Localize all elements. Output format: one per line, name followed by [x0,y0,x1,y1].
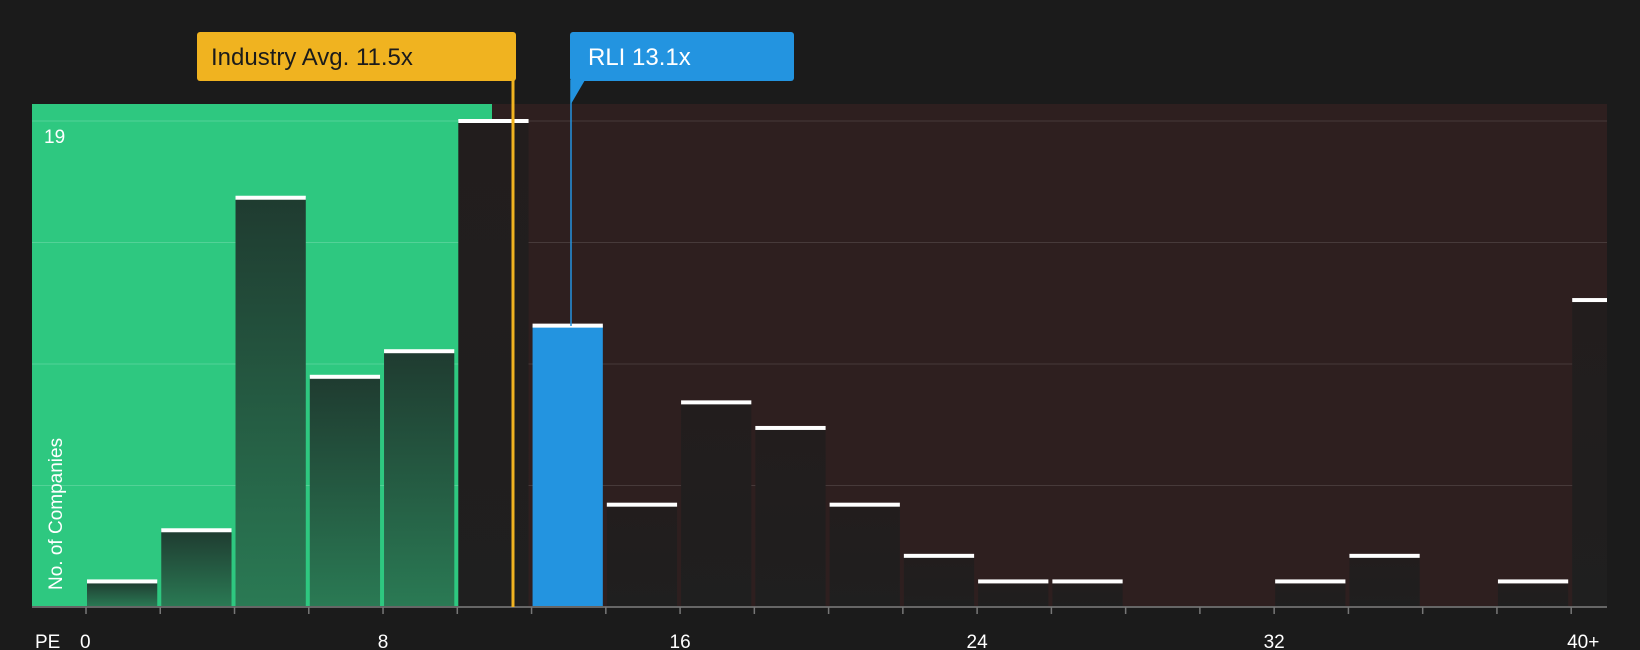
x-axis-ticks: 0 8 16 24 32 40+ [80,607,1599,650]
bar-cap [606,502,678,507]
bar [978,581,1049,607]
x-tick-label: 0 [80,632,91,650]
bar [755,427,826,607]
x-tick-label: 32 [1264,632,1285,650]
bar [829,504,900,607]
company-pe-label: RLI 13.1x [588,44,691,71]
bar-cap [1275,579,1346,584]
bar [1275,581,1346,607]
bar-company-bin [532,325,603,607]
x-axis-title: PE [35,632,60,650]
bar-cap [755,425,826,430]
bar-cap [1572,298,1607,303]
bar [1497,581,1569,607]
bar-cap [161,528,232,533]
bar-cap [309,374,381,379]
bar-cap [903,553,975,558]
bar [309,376,381,607]
bar [681,402,752,607]
bar [1052,581,1123,607]
bar-cap [235,195,306,200]
bar [458,121,529,607]
bar [161,530,232,607]
bar-cap [458,119,529,123]
bar-cap [1497,579,1569,584]
bar-cap [1052,579,1123,584]
bar [1572,300,1607,607]
bar [87,581,158,607]
bar-cap [87,579,158,584]
pe-distribution-chart: 0 8 16 24 32 40+ 19 No. of Companies PE Indus… [32,32,1607,650]
bar [235,197,306,607]
bar-cap [384,349,455,354]
bar [903,555,975,607]
bar-cap [532,323,603,328]
industry-avg-label: Industry Avg. 11.5x [211,44,413,71]
bar [384,351,455,607]
bar [1349,555,1420,607]
bar [606,504,678,607]
bar-cap [978,579,1049,584]
x-tick-label: 8 [378,632,389,650]
company-callout-pointer [571,80,585,104]
bar-cap [829,502,900,507]
y-max-label: 19 [44,127,65,148]
bar-cap [1349,553,1420,558]
x-tick-label: 40+ [1567,632,1599,650]
x-tick-label: 16 [670,632,691,650]
x-tick-label: 24 [967,632,989,650]
bar-cap [681,400,752,405]
y-axis-title: No. of Companies [46,438,67,590]
